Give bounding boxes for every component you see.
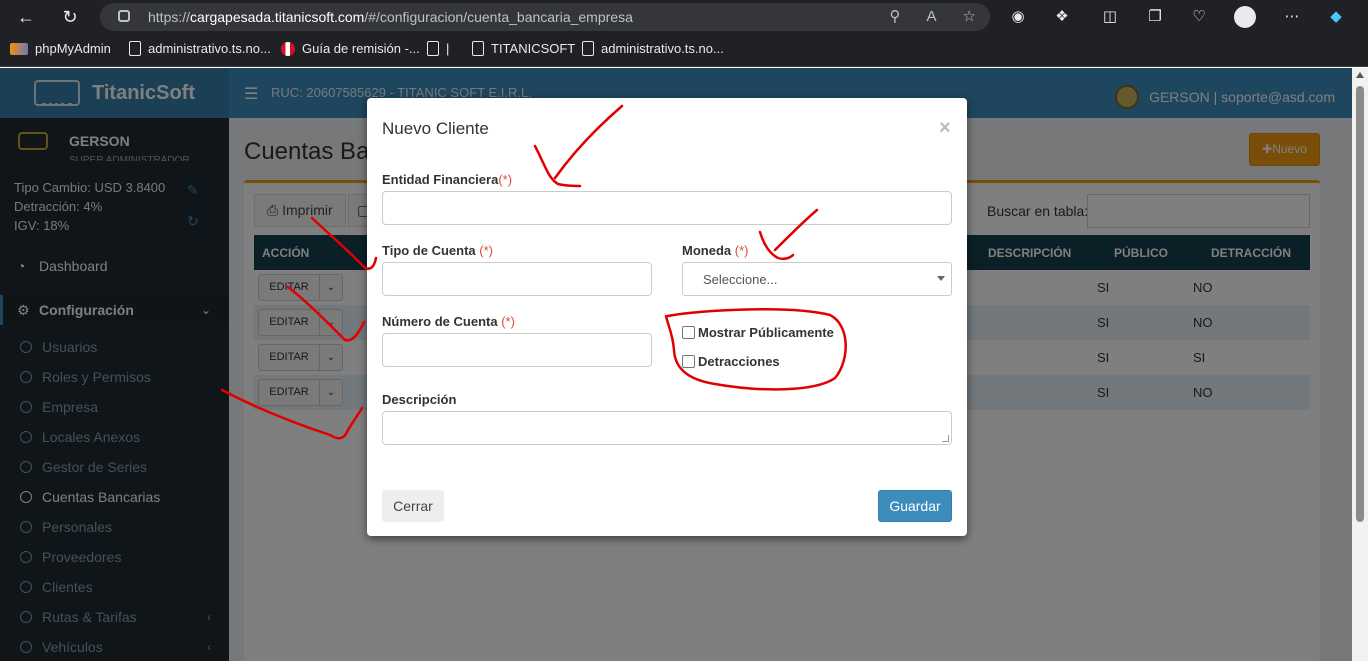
mostrar-publicamente-checkbox[interactable]: Mostrar Públicamente xyxy=(682,325,834,340)
read-aloud-icon[interactable]: A xyxy=(927,3,937,31)
performance-icon[interactable]: ♡ xyxy=(1189,7,1209,27)
url-host: cargapesada.titanicsoft.com xyxy=(190,9,365,25)
split-screen-icon[interactable]: ◫ xyxy=(1100,7,1120,27)
bookmark-label: | xyxy=(446,41,450,56)
reload-icon[interactable]: ↻ xyxy=(58,5,82,29)
modal-title: Nuevo Cliente xyxy=(382,119,489,138)
required-marker: (*) xyxy=(734,243,749,258)
moneda-select[interactable]: Seleccione... xyxy=(682,262,952,296)
bookmark-blank[interactable]: | xyxy=(427,41,449,56)
bookmarks-bar: phpMyAdmin administrativo.ts.no... Guía … xyxy=(0,34,1368,67)
bookmark-label: Guía de remisión -... xyxy=(302,41,420,56)
checkbox[interactable] xyxy=(682,326,695,339)
tipo-cuenta-label: Tipo de Cuenta (*) xyxy=(382,243,493,258)
browser-toolbar: ← ↻ https://cargapesada.titanicsoft.com/… xyxy=(0,0,1368,34)
phpmyadmin-icon xyxy=(10,42,28,55)
back-arrow-icon[interactable]: ← xyxy=(14,5,38,29)
bookmark-label: administrativo.ts.no... xyxy=(148,41,271,56)
key-icon[interactable]: ⚲ xyxy=(890,3,901,31)
descripcion-label: Descripción xyxy=(382,392,457,407)
required-marker: (*) xyxy=(479,243,493,258)
mostrar-label: Mostrar Públicamente xyxy=(698,325,834,340)
scroll-up-arrow-icon[interactable] xyxy=(1356,72,1364,78)
tipo-label-text: Tipo de Cuenta xyxy=(382,243,480,258)
bookmark-administrativo-1[interactable]: administrativo.ts.no... xyxy=(129,41,271,56)
numero-cuenta-label: Número de Cuenta (*) xyxy=(382,314,515,329)
moneda-selected: Seleccione... xyxy=(703,272,778,287)
numero-label-text: Número de Cuenta xyxy=(382,314,502,329)
page-scrollbar[interactable] xyxy=(1352,68,1368,661)
detracciones-label: Detracciones xyxy=(698,354,780,369)
bookmark-guia-remision[interactable]: Guía de remisión -... xyxy=(281,41,420,56)
copilot-icon[interactable]: ◆ xyxy=(1326,7,1346,27)
bookmark-phpmyadmin[interactable]: phpMyAdmin xyxy=(10,41,111,56)
bookmark-label: phpMyAdmin xyxy=(35,41,111,56)
url-scheme: https:// xyxy=(148,9,191,25)
favorite-star-icon[interactable]: ☆ xyxy=(963,3,976,31)
address-bar-icons: ⚲ A ☆ xyxy=(890,3,976,31)
page-icon xyxy=(129,41,141,56)
nuevo-cliente-modal: Nuevo Cliente × Entidad Financiera(*) Ti… xyxy=(367,98,967,536)
required-marker: (*) xyxy=(501,314,515,329)
address-bar[interactable]: https://cargapesada.titanicsoft.com/#/co… xyxy=(100,3,990,31)
checkbox[interactable] xyxy=(682,355,695,368)
page-icon xyxy=(427,41,439,56)
bookmark-label: TITANICSOFT xyxy=(491,41,576,56)
page-icon xyxy=(472,41,484,56)
entidad-label: Entidad Financiera(*) xyxy=(382,172,512,187)
lock-icon xyxy=(118,10,130,22)
bookmark-administrativo-2[interactable]: administrativo.ts.no... xyxy=(582,41,724,56)
peru-flag-icon xyxy=(281,41,295,56)
page-icon xyxy=(582,41,594,56)
url-path: /#/configuracion/cuenta_bancaria_empresa xyxy=(364,9,633,25)
entidad-label-text: Entidad Financiera xyxy=(382,172,499,187)
resize-handle-icon[interactable] xyxy=(942,435,949,442)
cerrar-button[interactable]: Cerrar xyxy=(382,490,444,522)
extension-icon[interactable]: ◉ xyxy=(1008,7,1028,27)
moneda-label: Moneda (*) xyxy=(682,243,748,258)
collections-icon[interactable]: ❐ xyxy=(1145,7,1165,27)
descripcion-textarea[interactable] xyxy=(382,411,952,445)
tipo-cuenta-input[interactable] xyxy=(382,262,652,296)
bookmark-label: administrativo.ts.no... xyxy=(601,41,724,56)
detracciones-checkbox[interactable]: Detracciones xyxy=(682,354,780,369)
numero-cuenta-input[interactable] xyxy=(382,333,652,367)
scrollbar-thumb[interactable] xyxy=(1356,86,1364,522)
puzzle-icon[interactable]: ❖ xyxy=(1052,7,1072,27)
moneda-label-text: Moneda xyxy=(682,243,735,258)
profile-avatar-icon[interactable] xyxy=(1234,6,1256,28)
close-icon[interactable]: × xyxy=(939,117,951,140)
required-marker: (*) xyxy=(498,172,513,187)
guardar-button[interactable]: Guardar xyxy=(878,490,952,522)
bookmark-titanicsoft[interactable]: TITANICSOFT xyxy=(472,41,575,56)
dropdown-caret-icon xyxy=(937,276,945,281)
more-menu-icon[interactable]: ⋯ xyxy=(1282,7,1302,27)
entidad-financiera-input[interactable] xyxy=(382,191,952,225)
